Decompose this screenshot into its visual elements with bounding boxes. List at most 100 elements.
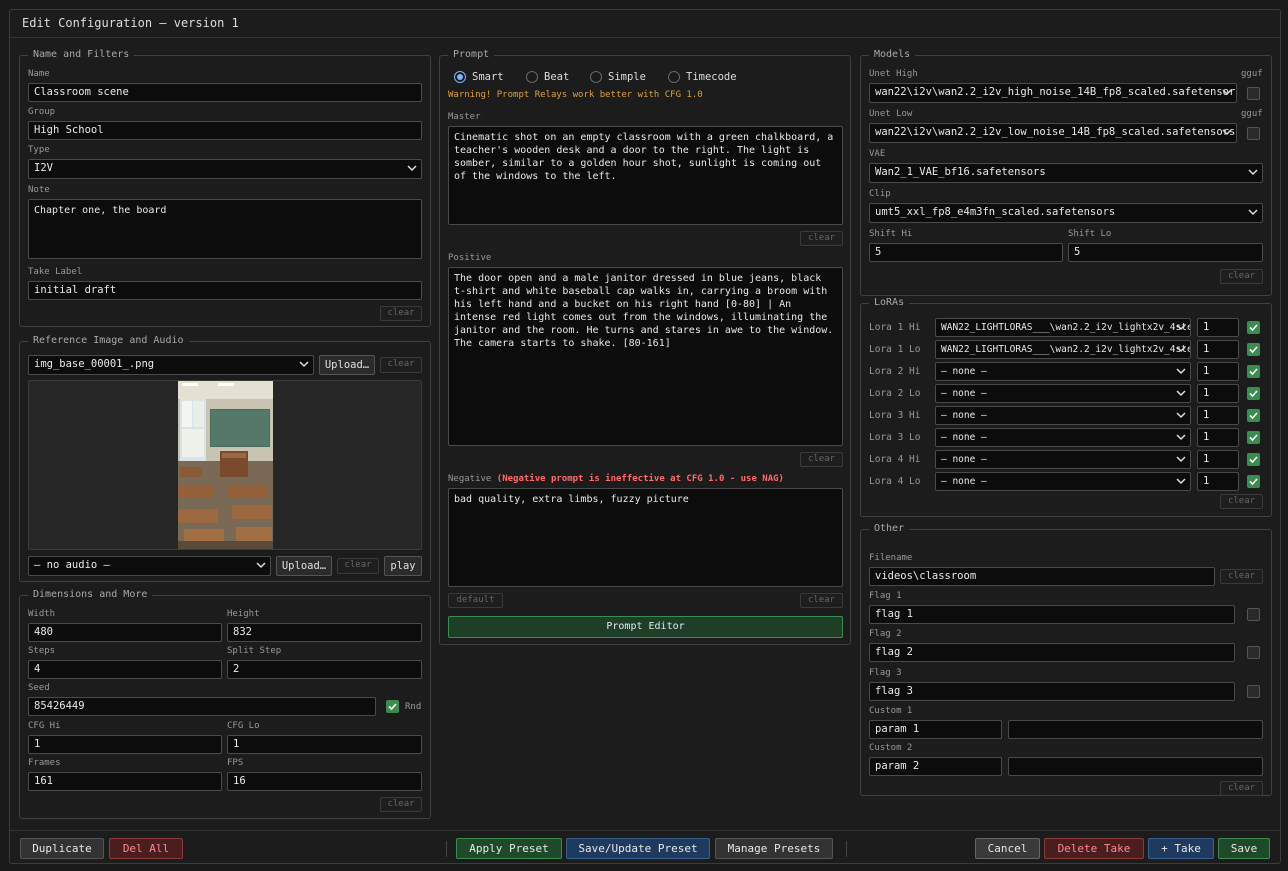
filename-input[interactable]: videos\classroom xyxy=(869,567,1215,586)
lora-enabled-checkbox[interactable] xyxy=(1247,431,1260,444)
delete-take-button[interactable]: Delete Take xyxy=(1044,838,1144,859)
cfg-lo-input[interactable]: 1 xyxy=(227,735,422,754)
group-input[interactable]: High School xyxy=(28,121,422,140)
gguf-low-label: gguf xyxy=(1241,109,1263,119)
lora-select[interactable]: — none — xyxy=(935,450,1191,469)
del-all-button[interactable]: Del All xyxy=(109,838,183,859)
save-button[interactable]: Save xyxy=(1218,838,1270,859)
shift-hi-input[interactable]: 5 xyxy=(869,243,1063,262)
audio-upload-button[interactable]: Upload… xyxy=(276,556,332,576)
group-label: Group xyxy=(28,107,56,117)
positive-clear-button[interactable]: clear xyxy=(800,452,843,467)
unet-high-select[interactable]: wan22\i2v\wan2.2_i2v_high_noise_14B_fp8_… xyxy=(869,83,1237,103)
dimensions-clear-button[interactable]: clear xyxy=(380,797,422,812)
lora-select[interactable]: — none — xyxy=(935,406,1191,425)
lora-enabled-checkbox[interactable] xyxy=(1247,453,1260,466)
cfg-hi-input[interactable]: 1 xyxy=(28,735,222,754)
image-clear-button[interactable]: clear xyxy=(380,357,422,373)
flag2-input[interactable]: flag 2 xyxy=(869,643,1235,662)
lora-strength-input[interactable]: 1 xyxy=(1197,384,1239,403)
mode-radio-timecode[interactable]: Timecode xyxy=(668,71,737,83)
lora-select[interactable]: WAN22_LIGHTLORAS___\wan2.2_i2v_lightx2v_… xyxy=(935,318,1191,337)
loras-clear-button[interactable]: clear xyxy=(1220,494,1263,509)
apply-preset-button[interactable]: Apply Preset xyxy=(456,838,562,859)
add-take-button[interactable]: + Take xyxy=(1148,838,1214,859)
filename-clear-button[interactable]: clear xyxy=(1220,569,1263,584)
lora-enabled-checkbox[interactable] xyxy=(1247,409,1260,422)
negative-default-button[interactable]: default xyxy=(448,593,503,608)
prompt-legend: Prompt xyxy=(448,49,495,60)
lora-enabled-checkbox[interactable] xyxy=(1247,475,1260,488)
master-clear-button[interactable]: clear xyxy=(800,231,843,246)
manage-presets-button[interactable]: Manage Presets xyxy=(715,838,833,859)
lora-strength-input[interactable]: 1 xyxy=(1197,428,1239,447)
lora-strength-input[interactable]: 1 xyxy=(1197,450,1239,469)
take-label-input[interactable]: initial draft xyxy=(28,281,422,300)
lora-select[interactable]: — none — xyxy=(935,428,1191,447)
split-step-input[interactable]: 2 xyxy=(227,660,422,679)
positive-prompt-textarea[interactable]: The door open and a male janitor dressed… xyxy=(448,267,843,446)
duplicate-button[interactable]: Duplicate xyxy=(20,838,104,859)
prompt-editor-button[interactable]: Prompt Editor xyxy=(448,616,843,638)
name-filters-clear-button[interactable]: clear xyxy=(380,306,422,321)
lora-enabled-checkbox[interactable] xyxy=(1247,387,1260,400)
mode-radio-simple[interactable]: Simple xyxy=(590,71,646,83)
lora-select[interactable]: — none — xyxy=(935,384,1191,403)
width-input[interactable]: 480 xyxy=(28,623,222,642)
custom1-value-input[interactable] xyxy=(1008,720,1263,739)
lora-enabled-checkbox[interactable] xyxy=(1247,365,1260,378)
shift-hi-label: Shift Hi xyxy=(869,229,913,239)
seed-random-checkbox[interactable] xyxy=(386,700,399,713)
audio-clear-button[interactable]: clear xyxy=(337,558,379,574)
custom1-name-input[interactable]: param 1 xyxy=(869,720,1002,739)
chevron-down-icon xyxy=(1248,167,1258,177)
type-select[interactable]: I2V xyxy=(28,159,422,179)
custom2-value-input[interactable] xyxy=(1008,757,1263,776)
lora-strength-input[interactable]: 1 xyxy=(1197,472,1239,491)
vae-select[interactable]: Wan2_1_VAE_bf16.safetensors xyxy=(869,163,1263,183)
lora-select[interactable]: — none — xyxy=(935,472,1191,491)
lora-strength-input[interactable]: 1 xyxy=(1197,318,1239,337)
negative-clear-button[interactable]: clear xyxy=(800,593,843,608)
audio-select[interactable]: — no audio — xyxy=(28,556,271,576)
reference-image-select[interactable]: img_base_00001_.png xyxy=(28,355,314,375)
height-input[interactable]: 832 xyxy=(227,623,422,642)
lora-enabled-checkbox[interactable] xyxy=(1247,321,1260,334)
master-prompt-textarea[interactable]: Cinematic shot on an empty classroom wit… xyxy=(448,126,843,225)
gguf-high-checkbox[interactable] xyxy=(1247,87,1260,100)
mode-radio-smart[interactable]: Smart xyxy=(454,71,504,83)
shift-lo-input[interactable]: 5 xyxy=(1068,243,1263,262)
models-clear-button[interactable]: clear xyxy=(1220,269,1263,284)
lora-strength-input[interactable]: 1 xyxy=(1197,362,1239,381)
fps-input[interactable]: 16 xyxy=(227,772,422,791)
frames-input[interactable]: 161 xyxy=(28,772,222,791)
clip-select[interactable]: umt5_xxl_fp8_e4m3fn_scaled.safetensors xyxy=(869,203,1263,223)
cancel-button[interactable]: Cancel xyxy=(975,838,1040,859)
name-input[interactable]: Classroom scene xyxy=(28,83,422,102)
flag3-input[interactable]: flag 3 xyxy=(869,682,1235,701)
lora-select[interactable]: — none — xyxy=(935,362,1191,381)
clip-label: Clip xyxy=(869,189,891,199)
lora-enabled-checkbox[interactable] xyxy=(1247,343,1260,356)
master-label: Master xyxy=(448,112,481,122)
lora-select[interactable]: WAN22_LIGHTLORAS___\wan2.2_i2v_lightx2v_… xyxy=(935,340,1191,359)
other-clear-button[interactable]: clear xyxy=(1220,781,1263,796)
gguf-low-checkbox[interactable] xyxy=(1247,127,1260,140)
flag1-checkbox[interactable] xyxy=(1247,608,1260,621)
flag2-checkbox[interactable] xyxy=(1247,646,1260,659)
vae-label: VAE xyxy=(869,149,886,159)
seed-input[interactable]: 85426449 xyxy=(28,697,376,716)
lora-strength-input[interactable]: 1 xyxy=(1197,340,1239,359)
flag1-input[interactable]: flag 1 xyxy=(869,605,1235,624)
note-textarea[interactable]: Chapter one, the board xyxy=(28,199,422,259)
lora-strength-input[interactable]: 1 xyxy=(1197,406,1239,425)
audio-play-button[interactable]: play xyxy=(384,556,422,576)
unet-low-select[interactable]: wan22\i2v\wan2.2_i2v_low_noise_14B_fp8_s… xyxy=(869,123,1237,143)
image-upload-button[interactable]: Upload… xyxy=(319,355,375,375)
mode-radio-beat[interactable]: Beat xyxy=(526,71,569,83)
custom2-name-input[interactable]: param 2 xyxy=(869,757,1002,776)
steps-input[interactable]: 4 xyxy=(28,660,222,679)
flag3-checkbox[interactable] xyxy=(1247,685,1260,698)
save-update-preset-button[interactable]: Save/Update Preset xyxy=(566,838,710,859)
negative-prompt-textarea[interactable]: bad quality, extra limbs, fuzzy picture xyxy=(448,488,843,587)
